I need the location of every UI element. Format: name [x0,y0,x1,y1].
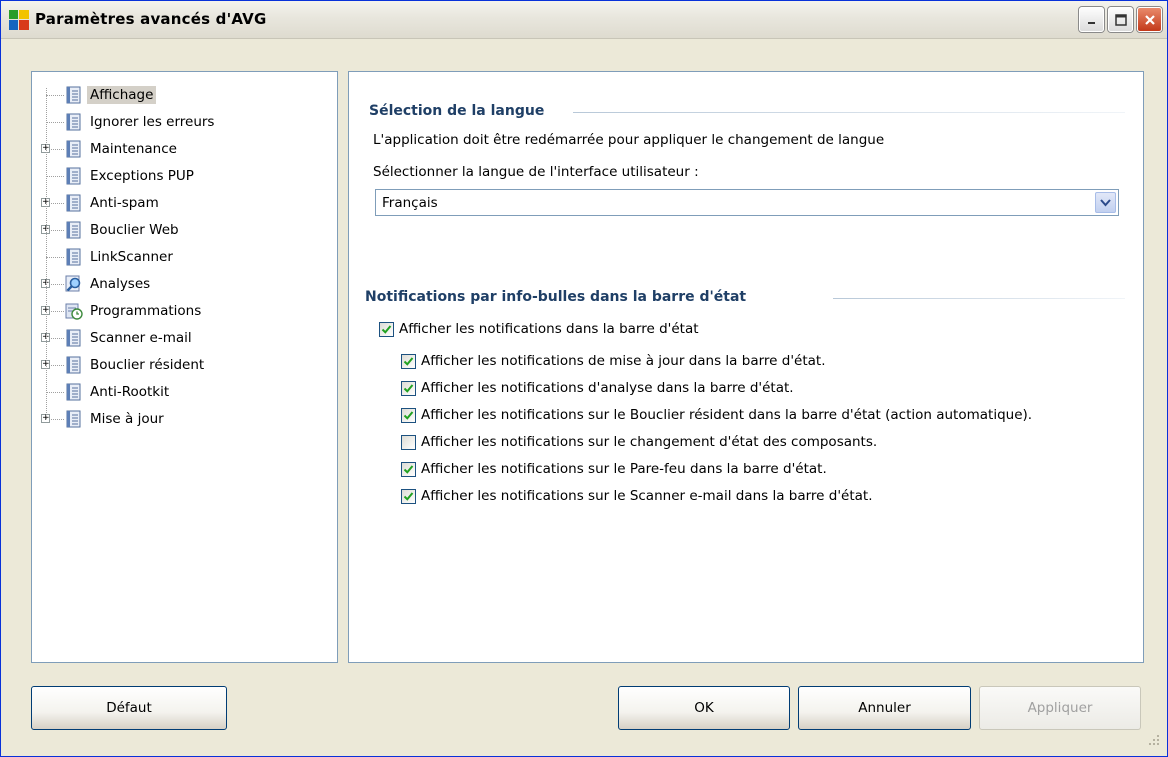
restart-note: L'application doit être redémarrée pour … [373,132,885,148]
resize-grip-icon[interactable] [1148,734,1160,746]
maximize-button[interactable] [1108,7,1133,32]
checkmark-icon [403,410,414,420]
tree-item-label[interactable]: Bouclier Web [87,221,182,239]
settings-page-icon [65,194,83,212]
window-title: Paramètres avancés d'AVG [35,10,267,28]
tree-item-label[interactable]: Ignorer les erreurs [87,113,217,131]
notifications-section-title: Notifications par info-bulles dans la ba… [365,289,747,305]
checkmark-icon [403,464,414,474]
scan-magnifier-icon [65,275,83,293]
close-button[interactable] [1137,7,1162,32]
settings-page-icon [65,113,83,131]
notification-option-checkbox[interactable]: Afficher les notifications d'analyse dan… [401,378,794,398]
settings-page-icon [65,167,83,185]
checkbox-label: Afficher les notifications sur le Pare-f… [421,461,827,477]
tree-item-label[interactable]: Anti-spam [87,194,162,212]
notification-option-checkbox[interactable]: Afficher les notifications sur le Boucli… [401,405,1032,425]
tree-item-label[interactable]: Affichage [87,86,157,104]
maximize-icon [1114,13,1127,26]
apply-button[interactable]: Appliquer [979,686,1141,730]
notifications-section-divider [833,298,1125,299]
cancel-button[interactable]: Annuler [798,686,971,730]
checkbox-label: Afficher les notifications de mise à jou… [421,353,826,369]
dropdown-arrow-button[interactable] [1095,192,1116,213]
checkbox-label: Afficher les notifications dans la barre… [399,321,699,337]
dialog-body: Affichage Ignorer les erreurs + Maintenance… [7,45,1163,749]
settings-page-icon [65,356,83,374]
tree-item-label[interactable]: Mise à jour [87,410,167,428]
settings-page-icon [65,383,83,401]
tree-item-label[interactable]: Analyses [87,275,153,293]
tree-connector [46,95,64,96]
notification-option-checkbox[interactable]: Afficher les notifications sur le Scanne… [401,486,873,506]
tree-connector-vertical [46,88,47,419]
tree-item-label[interactable]: LinkScanner [87,248,176,266]
tree-item-label[interactable]: Scanner e-mail [87,329,195,347]
checkbox[interactable] [401,488,416,504]
checkbox[interactable] [401,461,416,477]
tree-connector [46,392,64,393]
settings-page-icon [65,221,83,239]
tree-connector [46,257,64,258]
avg-advanced-settings-window: Paramètres avancés d'AVG Affichage Ignore… [0,0,1168,757]
checkbox[interactable] [401,353,416,369]
settings-page-icon [65,86,83,104]
language-section-divider [573,112,1125,113]
tree-item-label[interactable]: Programmations [87,302,204,320]
checkbox[interactable] [401,434,416,450]
checkbox-label: Afficher les notifications sur le Boucli… [421,407,1033,423]
checkmark-icon [403,383,414,393]
language-select-value: Français [382,195,438,211]
tree-connector [46,176,64,177]
checkbox-label: Afficher les notifications sur le Scanne… [421,488,873,504]
settings-page-icon [65,410,83,428]
checkbox[interactable] [379,321,394,337]
checkbox[interactable] [401,380,416,396]
settings-tree[interactable]: Affichage Ignorer les erreurs + Maintenance… [31,71,338,663]
checkbox-label: Afficher les notifications d'analyse dan… [421,380,794,396]
checkbox[interactable] [401,407,416,423]
settings-page-icon [65,140,83,158]
chevron-down-icon [1100,198,1111,206]
notification-option-checkbox[interactable]: Afficher les notifications de mise à jou… [401,351,826,371]
minimize-button[interactable] [1079,7,1104,32]
schedule-icon [65,302,83,320]
checkmark-icon [381,324,392,334]
default-button[interactable]: Défaut [31,686,227,730]
show-notifications-checkbox[interactable]: Afficher les notifications dans la barre… [379,319,699,339]
notification-option-checkbox[interactable]: Afficher les notifications sur le change… [401,432,877,452]
avg-logo-icon [9,10,29,30]
tree-item-label[interactable]: Bouclier résident [87,356,207,374]
tree-item-label[interactable]: Exceptions PUP [87,167,197,185]
language-section-title: Sélection de la langue [369,103,545,119]
settings-page-icon [65,329,83,347]
checkmark-icon [403,491,414,501]
language-select-label: Sélectionner la langue de l'interface ut… [373,164,699,180]
title-bar[interactable]: Paramètres avancés d'AVG [1,1,1167,39]
checkbox-label: Afficher les notifications sur le change… [421,434,878,450]
notification-option-checkbox[interactable]: Afficher les notifications sur le Pare-f… [401,459,827,479]
minimize-icon [1087,21,1095,24]
close-icon [1144,14,1155,25]
language-select[interactable]: Français [375,189,1119,216]
checkmark-icon [403,356,414,366]
tree-item-label[interactable]: Anti-Rootkit [87,383,172,401]
tree-connector [46,122,64,123]
settings-page-icon [65,248,83,266]
ok-button[interactable]: OK [618,686,790,730]
tree-item-label[interactable]: Maintenance [87,140,180,158]
